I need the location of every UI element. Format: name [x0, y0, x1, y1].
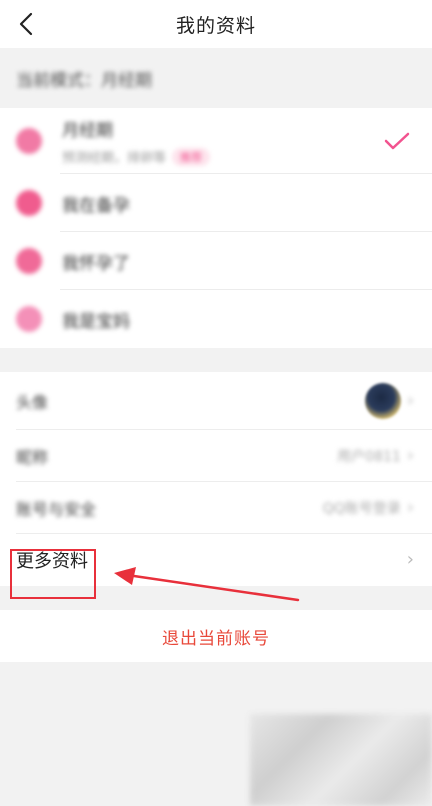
account-value: QQ账号登录 › [323, 498, 414, 518]
account-text: QQ账号登录 [322, 501, 401, 517]
more-info-label: 更多资料 [16, 551, 88, 572]
back-button[interactable] [8, 6, 44, 42]
nickname-label: 昵称 [16, 448, 49, 467]
chevron-left-icon [19, 12, 33, 36]
trying-mode-icon [16, 190, 42, 216]
page-title: 我的资料 [175, 14, 256, 37]
mode-title: 我在备孕 [62, 195, 130, 216]
mode-item-pregnant[interactable]: 我怀孕了 [0, 232, 432, 290]
nav-bar: 我的资料 [0, 0, 432, 48]
mom-mode-icon [16, 306, 42, 332]
account-label: 账号与安全 [16, 500, 97, 519]
mode-header: 当前模式：月经期 [0, 48, 432, 108]
mode-title: 我是宝妈 [62, 311, 130, 332]
blurred-watermark [250, 714, 432, 806]
chevron-right-icon: › [406, 390, 414, 411]
mode-item-trying[interactable]: 我在备孕 [0, 174, 432, 232]
avatar-row[interactable]: 头像 › [0, 372, 432, 430]
chevron-right-icon: › [406, 549, 414, 570]
chevron-right-icon: › [406, 497, 414, 518]
nickname-value: 用户0811 › [337, 446, 414, 466]
logout-label: 退出当前账号 [162, 628, 270, 649]
mode-desc-text: 预测经期，排卵等 [62, 151, 167, 166]
profile-section: 头像 › 昵称 用户0811 › 账号与安全 QQ账号登录 › 更多资料 › [0, 372, 432, 586]
chevron-right-icon: › [406, 445, 414, 466]
more-info-value: › [401, 551, 414, 569]
check-icon [384, 132, 410, 150]
avatar [364, 383, 401, 419]
nickname-text: 用户0811 [337, 449, 401, 465]
mode-title: 月经期 [62, 121, 113, 141]
mode-title: 我怀孕了 [62, 253, 130, 274]
recommend-badge: 推荐 [172, 147, 211, 166]
logout-button[interactable]: 退出当前账号 [0, 610, 432, 662]
mode-list: 月经期 预测经期，排卵等 推荐 我在备孕 我怀孕了 我是宝妈 [0, 108, 432, 348]
pregnant-mode-icon [16, 248, 42, 274]
mode-desc: 预测经期，排卵等 推荐 [62, 147, 211, 166]
account-security-row[interactable]: 账号与安全 QQ账号登录 › [0, 482, 432, 534]
avatar-value: › [364, 383, 414, 419]
period-mode-icon [16, 128, 42, 154]
avatar-label: 头像 [16, 393, 49, 412]
nickname-row[interactable]: 昵称 用户0811 › [0, 430, 432, 482]
mode-item-mom[interactable]: 我是宝妈 [0, 290, 432, 348]
mode-item-period[interactable]: 月经期 预测经期，排卵等 推荐 [0, 108, 432, 174]
mode-header-text: 当前模式：月经期 [16, 70, 152, 91]
more-info-row[interactable]: 更多资料 › [0, 534, 432, 586]
